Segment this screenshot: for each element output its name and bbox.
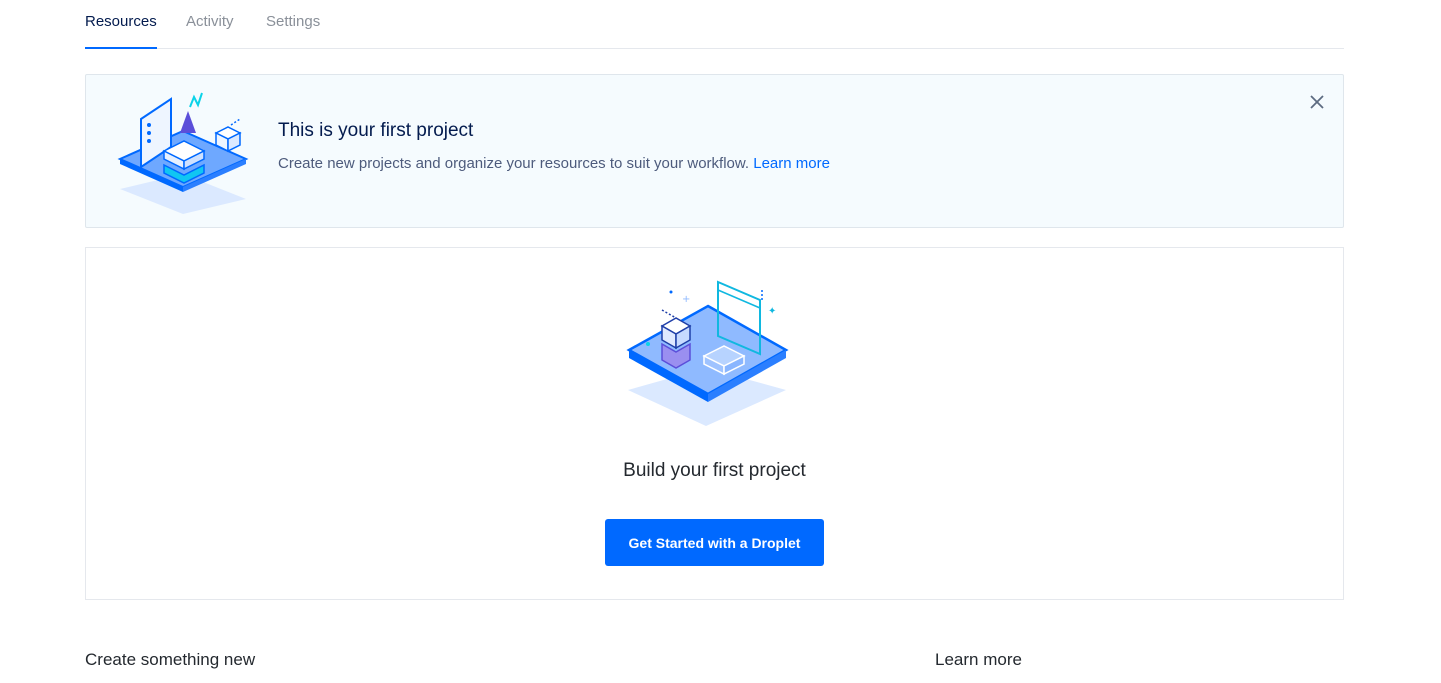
- project-page: Resources Activity Settings This is your…: [0, 0, 1441, 683]
- get-started-droplet-button[interactable]: Get Started with a Droplet: [605, 519, 824, 566]
- svg-text:+: +: [682, 294, 690, 305]
- tab-settings[interactable]: Settings: [266, 12, 320, 49]
- tab-activity[interactable]: Activity: [186, 12, 234, 49]
- notice-title: This is your first project: [278, 120, 474, 141]
- svg-text:✦: ✦: [768, 306, 776, 317]
- project-tabs: Resources Activity Settings: [85, 0, 1344, 49]
- close-icon[interactable]: [1307, 92, 1327, 112]
- notice-description-text: Create new projects and organize your re…: [278, 155, 750, 172]
- learn-more-link[interactable]: Learn more: [753, 155, 830, 172]
- empty-project-card: + ✦ Build your first project Get Started…: [85, 247, 1344, 600]
- project-isometric-illustration: [117, 92, 249, 214]
- first-project-notice: This is your first project Create new pr…: [85, 74, 1344, 228]
- create-something-new-heading: Create something new: [85, 650, 256, 669]
- empty-state-title: Build your first project: [623, 460, 806, 481]
- tab-resources[interactable]: Resources: [85, 12, 157, 49]
- droplet-isometric-illustration: + ✦: [626, 280, 789, 426]
- notice-description: Create new projects and organize your re…: [278, 155, 830, 172]
- learn-more-heading: Learn more: [935, 650, 1022, 669]
